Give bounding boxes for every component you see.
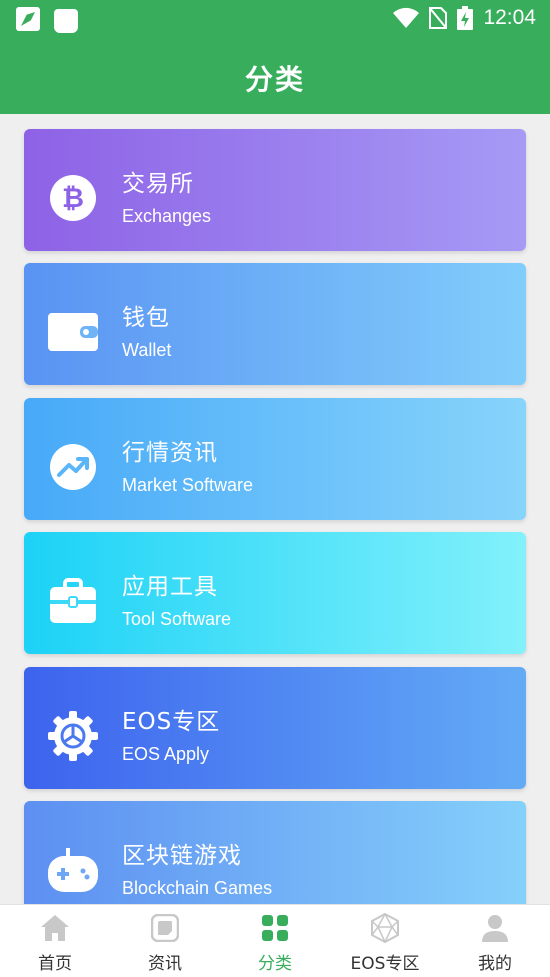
eos-gear-icon — [48, 711, 98, 761]
tab-eos[interactable]: EOS专区 — [330, 905, 440, 977]
tab-label: EOS专区 — [350, 954, 420, 974]
category-subtitle: Exchanges — [122, 206, 212, 226]
page-title: 分类 — [244, 63, 305, 96]
tab-label: 资讯 — [148, 954, 182, 974]
wallet-icon — [48, 307, 98, 357]
news-icon — [150, 913, 180, 943]
category-title: 交易所 — [122, 171, 194, 197]
category-subtitle: Wallet — [122, 340, 172, 360]
no-sim-icon — [429, 7, 448, 29]
profile-icon — [480, 913, 510, 943]
category-title: EOS专区 — [122, 709, 221, 735]
category-subtitle: Blockchain Games — [122, 878, 273, 898]
tab-label: 我的 — [478, 954, 512, 974]
tab-category[interactable]: 分类 — [220, 905, 330, 977]
tab-home[interactable]: 首页 — [0, 905, 110, 977]
app-header: 12:04 分类 — [0, 0, 550, 114]
category-card-exchanges[interactable]: ₿ 交易所 Exchanges — [24, 129, 526, 251]
category-subtitle: Tool Software — [122, 609, 232, 629]
status-time: 12:04 — [483, 6, 536, 29]
svg-text:₿: ₿ — [62, 183, 84, 214]
status-bar: 12:04 — [0, 0, 550, 40]
category-subtitle: EOS Apply — [122, 744, 210, 764]
category-title: 钱包 — [122, 305, 170, 331]
category-card-wallet[interactable]: 钱包 Wallet — [24, 263, 526, 385]
category-subtitle: Market Software — [122, 475, 254, 495]
category-title: 区块链游戏 — [122, 843, 242, 869]
shopping-bag-icon — [54, 9, 78, 33]
tab-label: 分类 — [258, 954, 292, 974]
category-title: 行情资讯 — [122, 440, 218, 466]
app-notification-icon — [16, 7, 40, 31]
bottom-tab-bar: 首页 资讯 分类 EOS专区 我的 — [0, 904, 550, 977]
gamepad-icon — [48, 845, 98, 895]
tab-label: 首页 — [38, 954, 72, 974]
battery-charging-icon — [457, 6, 474, 30]
category-card-eos[interactable]: EOS专区 EOS Apply — [24, 667, 526, 789]
category-icon — [260, 913, 290, 943]
wifi-icon — [393, 7, 420, 28]
category-card-tools[interactable]: 应用工具 Tool Software — [24, 532, 526, 654]
eos-icon — [370, 913, 400, 943]
tab-news[interactable]: 资讯 — [110, 905, 220, 977]
tab-profile[interactable]: 我的 — [440, 905, 550, 977]
category-card-market[interactable]: 行情资讯 Market Software — [24, 398, 526, 520]
category-title: 应用工具 — [122, 574, 218, 600]
home-icon — [40, 913, 70, 943]
bitcoin-icon: ₿ — [48, 173, 98, 223]
trend-up-icon — [48, 442, 98, 492]
toolbox-icon — [48, 576, 98, 626]
